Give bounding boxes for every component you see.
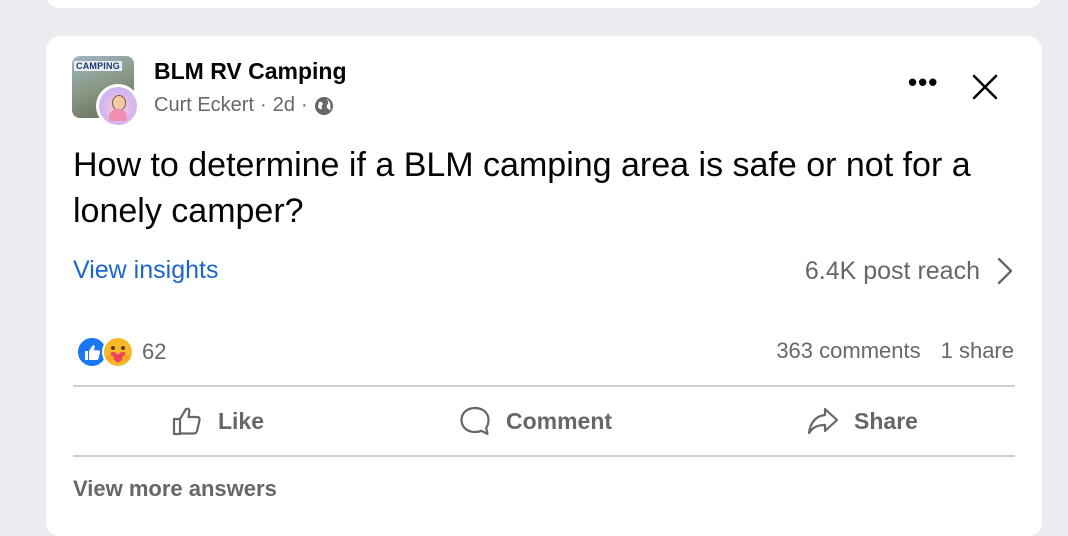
view-insights-link[interactable]: View insights [73, 256, 218, 285]
author-name[interactable]: Curt Eckert [154, 94, 254, 117]
comments-count[interactable]: 363 comments [776, 338, 920, 364]
post-time[interactable]: 2d [273, 94, 295, 117]
comment-bubble-icon [460, 406, 490, 436]
post-actions: Like Comment Share [73, 388, 1015, 454]
meta-separator: · [300, 94, 308, 116]
view-more-answers-link[interactable]: View more answers [73, 476, 277, 502]
divider [73, 455, 1015, 457]
post-reach[interactable]: 6.4K post reach [805, 256, 1014, 286]
group-avatar-label: CAMPING [74, 61, 122, 71]
reaction-count: 62 [142, 339, 167, 364]
share-label: Share [854, 407, 918, 434]
globe-icon [314, 96, 334, 116]
meta-separator: · [260, 94, 267, 116]
comment-label: Comment [506, 407, 613, 434]
share-button[interactable]: Share [806, 404, 918, 438]
post-reach-label: 6.4K post reach [804, 256, 980, 285]
post-card: CAMPING BLM RV Camping Curt Eckert · 2d … [46, 36, 1042, 536]
comment-button[interactable]: Comment [458, 404, 612, 438]
shares-count[interactable]: 1 share [941, 338, 1014, 364]
more-options-icon[interactable]: ••• [908, 69, 940, 96]
care-reaction-icon [102, 336, 134, 368]
share-arrow-icon [807, 407, 839, 435]
post-text: How to determine if a BLM camping area i… [73, 146, 971, 230]
post-meta: Curt Eckert · 2d · [154, 94, 334, 117]
previous-post-card [46, 0, 1042, 8]
group-name[interactable]: BLM RV Camping [154, 58, 347, 85]
post-avatar-group[interactable]: CAMPING [72, 56, 140, 128]
divider [73, 385, 1015, 387]
like-label: Like [217, 407, 265, 434]
chevron-right-icon [996, 256, 1014, 286]
engagement-stats: 363 comments 1 share [776, 338, 1014, 364]
close-icon[interactable] [970, 72, 1000, 102]
like-button[interactable]: Like [170, 404, 264, 438]
author-avatar[interactable] [96, 84, 140, 128]
reactions-summary[interactable]: 62 [76, 336, 166, 368]
thumbs-up-icon [172, 407, 201, 436]
